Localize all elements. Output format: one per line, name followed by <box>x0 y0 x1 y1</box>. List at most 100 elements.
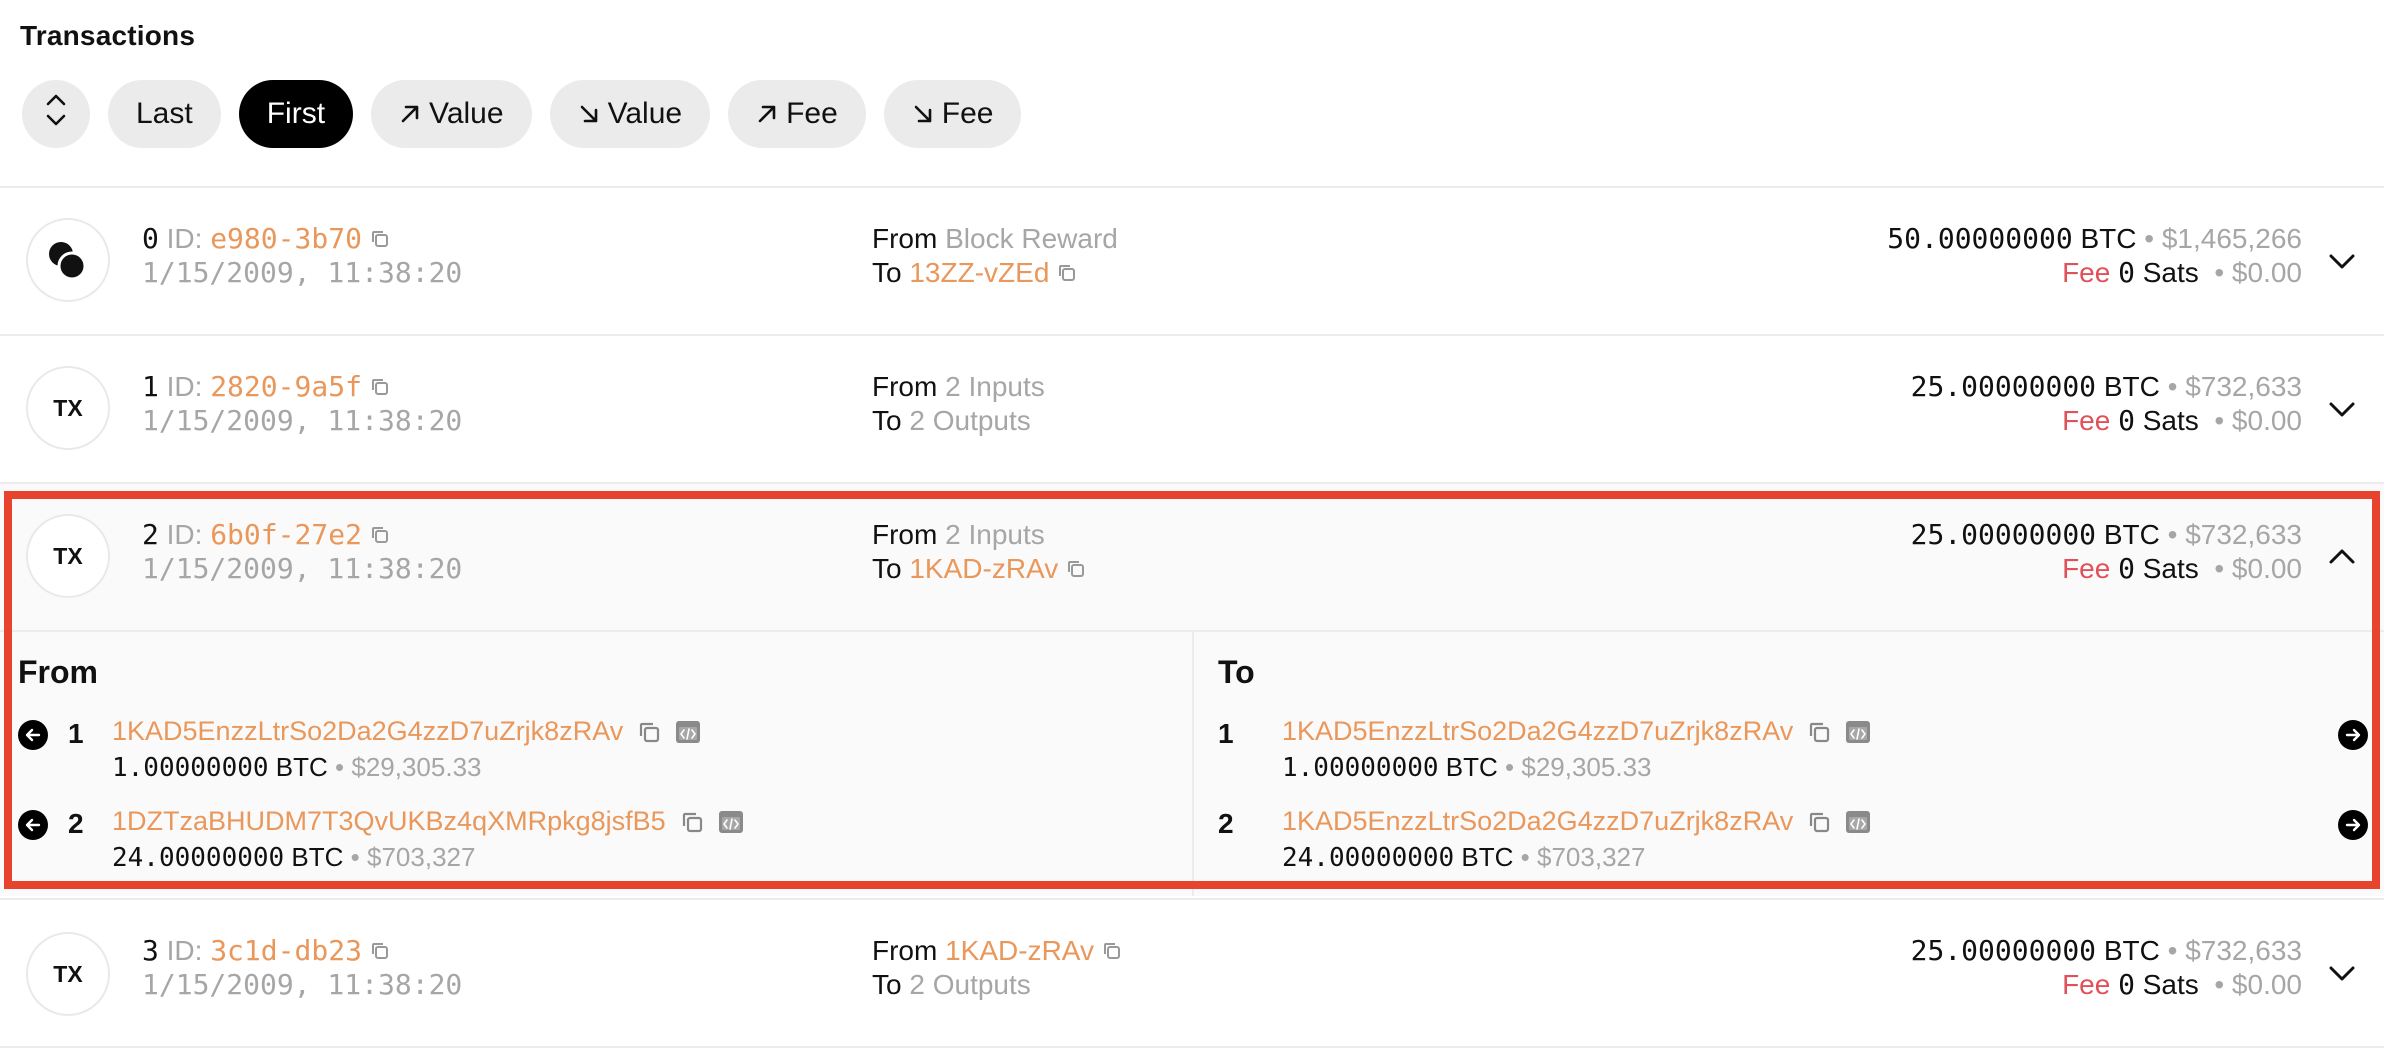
tx-avatar: TX <box>26 514 110 598</box>
tx-id-link[interactable]: e980-3b70 <box>210 222 362 256</box>
tx-from-link[interactable]: 1KAD-zRAv <box>945 934 1094 968</box>
page-title: Transactions <box>20 20 196 51</box>
tx-usd: $732,633 <box>2185 519 2302 550</box>
arrow-left-circle-icon[interactable] <box>18 810 48 840</box>
input-number: 2 <box>68 808 84 839</box>
to-label: To <box>872 405 902 436</box>
tx-index: 2 <box>142 518 159 551</box>
output-address-row: 1KAD5EnzzLtrSo2Da2G4zzD7uZrjk8zRAv <box>1282 806 1871 837</box>
chevron-down-icon[interactable] <box>2322 390 2362 430</box>
arrow-right-circle-icon[interactable] <box>2338 720 2368 750</box>
chevron-down-icon[interactable] <box>2322 954 2362 994</box>
tx-id-link[interactable]: 3c1d-db23 <box>210 934 362 968</box>
transaction-row[interactable]: TX 1 ID: 2820-9a5f 1/15/2009, 11:38:20 F… <box>0 334 2384 482</box>
tx-id-link[interactable]: 2820-9a5f <box>210 370 362 404</box>
to-label: To <box>872 969 902 1000</box>
filter-value-asc-button[interactable]: Value <box>549 80 711 148</box>
output-address-link[interactable]: 1KAD5EnzzLtrSo2Da2G4zzD7uZrjk8zRAv <box>1282 716 1793 747</box>
tx-from-value: Block Reward <box>945 223 1118 254</box>
tx-date: 1/15/2009, 11:38:20 <box>142 552 463 585</box>
sort-filter-bar: Last First Value Value Fee Fee <box>22 80 1022 148</box>
chevron-down-icon[interactable] <box>2322 242 2362 282</box>
input-address-row: 1KAD5EnzzLtrSo2Da2G4zzD7uZrjk8zRAv <box>112 716 701 747</box>
tx-id-link[interactable]: 6b0f-27e2 <box>210 518 362 552</box>
tx-id-label: ID: <box>166 519 203 550</box>
code-block-icon[interactable] <box>1845 720 1871 744</box>
fee-unit: Sats <box>2142 405 2199 436</box>
fee-usd: $0.00 <box>2231 969 2302 1000</box>
copy-icon[interactable] <box>1807 720 1831 744</box>
tx-amount-line: 25.00000000 BTC • $732,633 <box>1910 370 2302 403</box>
tx-to-link[interactable]: 13ZZ-vZEd <box>909 256 1049 290</box>
fee-usd: $0.00 <box>2231 405 2302 436</box>
tx-unit: BTC <box>2103 519 2160 550</box>
copy-icon[interactable] <box>370 377 390 397</box>
copy-icon[interactable] <box>1102 941 1122 961</box>
fee-label: Fee <box>2062 553 2111 584</box>
transaction-row-expanded[interactable]: TX 2 ID: 6b0f-27e2 1/15/2009, 11:38:20 F… <box>0 482 2384 630</box>
code-block-icon[interactable] <box>1845 810 1871 834</box>
filter-fee-asc-button[interactable]: Fee <box>883 80 1022 148</box>
tx-id-line: 3 ID: 3c1d-db23 <box>142 934 390 968</box>
transaction-row[interactable]: 0 ID: e980-3b70 1/15/2009, 11:38:20 From… <box>0 186 2384 334</box>
filter-fee-desc-button[interactable]: Fee <box>728 80 866 148</box>
input-usd: $29,305.33 <box>351 752 482 782</box>
filter-label: Fee <box>941 97 994 130</box>
output-address-link[interactable]: 1KAD5EnzzLtrSo2Da2G4zzD7uZrjk8zRAv <box>1282 806 1793 837</box>
inputs-title: From <box>18 654 98 690</box>
filter-label: Last <box>136 97 193 130</box>
tx-date: 1/15/2009, 11:38:20 <box>142 256 463 289</box>
filter-label: Value <box>607 97 683 130</box>
input-address-link[interactable]: 1DZTzaBHUDM7T3QvUKBz4qXMRpkg8jsfB5 <box>112 806 666 837</box>
sort-toggle-button[interactable] <box>22 80 90 148</box>
copy-icon[interactable] <box>637 720 661 744</box>
tx-to-link[interactable]: 1KAD-zRAv <box>909 552 1058 586</box>
input-amount: 1.00000000 <box>112 753 269 783</box>
filter-value-desc-button[interactable]: Value <box>371 80 532 148</box>
tx-to-line: To 2 Outputs <box>872 404 1031 438</box>
copy-icon[interactable] <box>370 525 390 545</box>
tx-to-value: 2 Outputs <box>909 969 1031 1000</box>
input-unit: BTC <box>291 842 344 872</box>
filter-last-button[interactable]: Last <box>108 80 221 148</box>
fee-usd: $0.00 <box>2231 553 2302 584</box>
copy-icon[interactable] <box>680 810 704 834</box>
output-number: 2 <box>1218 808 1234 839</box>
code-block-icon[interactable] <box>718 810 744 834</box>
code-block-icon[interactable] <box>675 720 701 744</box>
sort-up-down-icon <box>45 91 67 137</box>
tx-to-line: To 1KAD-zRAv <box>872 552 1086 586</box>
chevron-up-icon[interactable] <box>2322 536 2362 576</box>
tx-index: 1 <box>142 370 159 403</box>
from-label: From <box>872 223 938 254</box>
copy-icon[interactable] <box>1807 810 1831 834</box>
copy-icon[interactable] <box>370 941 390 961</box>
tx-fee-line: Fee 0 Sats • $0.00 <box>2062 256 2302 289</box>
tx-usd: $732,633 <box>2185 371 2302 402</box>
coinbase-icon <box>26 218 110 302</box>
tx-avatar: TX <box>26 932 110 1016</box>
transaction-row[interactable]: TX 3 ID: 3c1d-db23 1/15/2009, 11:38:20 F… <box>0 898 2384 1048</box>
output-amount-line: 24.00000000 BTC • $703,327 <box>1282 842 1646 873</box>
input-address-link[interactable]: 1KAD5EnzzLtrSo2Da2G4zzD7uZrjk8zRAv <box>112 716 623 747</box>
copy-icon[interactable] <box>1066 559 1086 579</box>
tx-id-label: ID: <box>166 935 203 966</box>
fee-unit: Sats <box>2142 553 2199 584</box>
tx-avatar-label: TX <box>53 960 83 987</box>
output-amount-line: 1.00000000 BTC • $29,305.33 <box>1282 752 1652 783</box>
output-usd: $703,327 <box>1537 842 1646 872</box>
input-amount-line: 1.00000000 BTC • $29,305.33 <box>112 752 482 783</box>
tx-fee: 0 <box>2118 404 2135 437</box>
tx-fee-line: Fee 0 Sats • $0.00 <box>2062 968 2302 1001</box>
tx-id-label: ID: <box>166 371 203 402</box>
copy-icon[interactable] <box>1057 263 1077 283</box>
arrow-left-circle-icon[interactable] <box>18 720 48 750</box>
tx-amount: 25.00000000 <box>1910 934 2097 967</box>
tx-from-line: From 2 Inputs <box>872 370 1045 404</box>
tx-avatar-label: TX <box>53 542 83 569</box>
output-amount: 1.00000000 <box>1282 753 1439 783</box>
tx-avatar-label: TX <box>53 394 83 421</box>
arrow-right-circle-icon[interactable] <box>2338 810 2368 840</box>
filter-first-button[interactable]: First <box>238 80 354 148</box>
copy-icon[interactable] <box>370 229 390 249</box>
